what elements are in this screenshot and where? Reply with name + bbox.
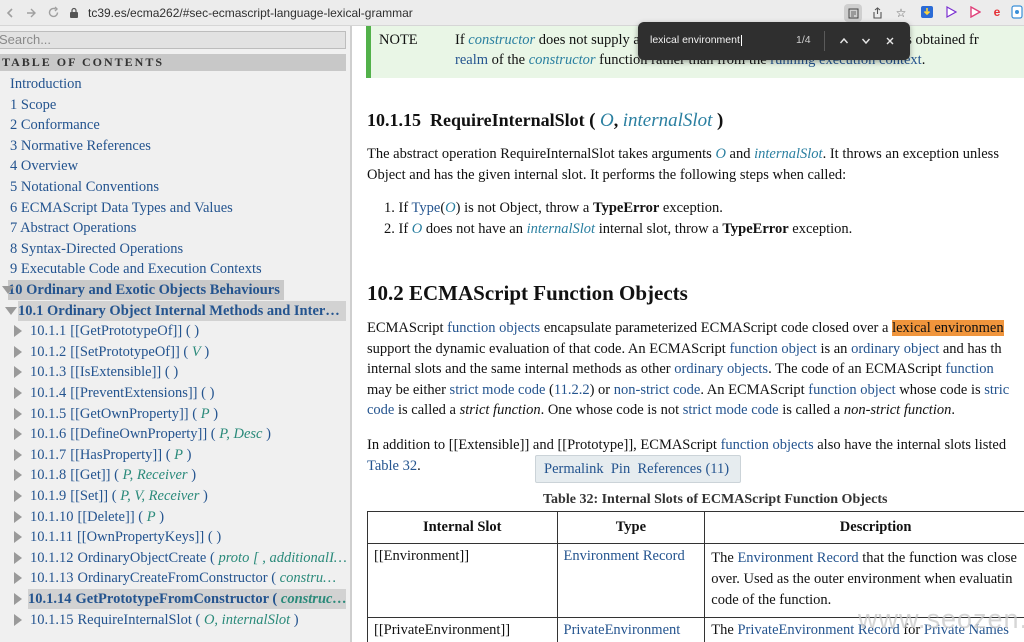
toc-sidebar: Search... TABLE OF CONTENTS Introduction… bbox=[0, 26, 352, 642]
expand-right-icon[interactable] bbox=[14, 613, 22, 626]
toc-item[interactable]: 10.1.4 [[PreventExtensions]] ( ) bbox=[30, 383, 214, 403]
table-header-row: Internal Slot Type Description bbox=[367, 511, 1024, 544]
ebay-extension-icon[interactable]: e bbox=[988, 3, 1006, 21]
paragraph-require-internal-slot: The abstract operation RequireInternalSl… bbox=[367, 146, 999, 183]
toc-item[interactable]: 4 Overview bbox=[10, 156, 78, 176]
spec-content: NOTE If constructor does not supply a us… bbox=[354, 26, 1024, 642]
toc-item[interactable]: 10.1.15 RequireInternalSlot ( O, internal… bbox=[30, 610, 299, 630]
find-highlight: lexical environmen bbox=[892, 320, 1004, 336]
toc-item[interactable]: 10.1.7 [[HasProperty]] ( P ) bbox=[30, 445, 191, 465]
bookmark-star-icon[interactable]: ☆ bbox=[892, 4, 910, 22]
lock-icon bbox=[68, 7, 80, 19]
toc-item[interactable]: 7 Abstract Operations bbox=[10, 218, 136, 238]
expand-right-icon[interactable] bbox=[14, 325, 22, 338]
forward-icon[interactable] bbox=[20, 2, 42, 24]
constructor-link[interactable]: constructor bbox=[468, 32, 535, 48]
section-heading-10-1-15: 10.1.15 RequireInternalSlot ( O, interna… bbox=[367, 110, 724, 131]
toc-item[interactable]: Introduction bbox=[10, 74, 82, 94]
toc-item[interactable]: 2 Conformance bbox=[10, 115, 100, 135]
toc-item[interactable]: 10.1.5 [[GetOwnProperty]] ( P ) bbox=[30, 404, 218, 424]
toc-item[interactable]: 10.1 Ordinary Object Internal Methods an… bbox=[18, 300, 346, 321]
toc-item[interactable]: 3 Normative References bbox=[10, 136, 151, 156]
expand-right-icon[interactable] bbox=[14, 387, 22, 399]
table-cell: Environment Record bbox=[556, 543, 706, 618]
toc-item[interactable]: 10.1.2 [[SetPrototypeOf]] ( V ) bbox=[30, 342, 209, 362]
url-text: tc39.es/ecma262/#sec-ecmascript-language… bbox=[88, 6, 413, 20]
realm-link[interactable]: realm bbox=[455, 52, 488, 68]
play-extension-icon[interactable] bbox=[966, 3, 984, 21]
toc-item[interactable]: 10.1.14 GetPrototypeFromConstructor ( con… bbox=[28, 589, 346, 609]
expand-right-icon[interactable] bbox=[14, 531, 22, 544]
table-cell: [[Environment]] bbox=[367, 543, 558, 618]
references-link[interactable]: References (11) bbox=[637, 461, 729, 477]
toc-item[interactable]: 1 Scope bbox=[10, 95, 56, 115]
address-bar-actions: ☆ bbox=[844, 2, 910, 24]
expand-down-icon[interactable] bbox=[5, 306, 17, 315]
pin-link[interactable]: Pin bbox=[611, 461, 630, 477]
algorithm-step: 2. If O does not have an internalSlot in… bbox=[384, 220, 853, 237]
toc-item[interactable]: 10.1.10 [[Delete]] ( P ) bbox=[30, 507, 164, 527]
toc-item[interactable]: 10.1.3 [[IsExtensible]] ( ) bbox=[30, 362, 178, 382]
type-link[interactable]: Type bbox=[412, 200, 441, 216]
toc-item[interactable]: 10.1.6 [[DefineOwnProperty]] ( P, Desc ) bbox=[30, 424, 271, 444]
expand-right-icon[interactable] bbox=[14, 490, 22, 502]
permalink-link[interactable]: Permalink bbox=[544, 461, 604, 477]
toc-item[interactable]: 8 Syntax-Directed Operations bbox=[10, 239, 183, 259]
toc-item[interactable]: 10.1.8 [[Get]] ( P, Receiver ) bbox=[30, 465, 196, 485]
toc-item[interactable]: 10.1.13 OrdinaryCreateFromConstructor ( c… bbox=[30, 568, 336, 588]
toc-item[interactable]: 6 ECMAScript Data Types and Values bbox=[10, 198, 233, 218]
expand-right-icon[interactable] bbox=[14, 448, 22, 461]
play-extension-icon[interactable] bbox=[942, 3, 960, 21]
table-cell: [[PrivateEnvironment]] bbox=[367, 617, 558, 642]
reload-icon[interactable] bbox=[42, 2, 64, 24]
toc-item[interactable]: 10.1.1 [[GetPrototypeOf]] ( ) bbox=[30, 321, 199, 341]
address-bar[interactable]: tc39.es/ecma262/#sec-ecmascript-language… bbox=[68, 2, 910, 24]
table-header: Description bbox=[704, 511, 1024, 544]
table-32-link[interactable]: Table 32 bbox=[367, 458, 417, 474]
expand-right-icon[interactable] bbox=[14, 510, 22, 523]
table-header: Internal Slot bbox=[367, 511, 558, 544]
algorithm-step: 1. If Type(O) is not Object, throw a Typ… bbox=[384, 200, 723, 216]
share-icon[interactable] bbox=[868, 4, 886, 22]
expand-right-icon[interactable] bbox=[14, 407, 22, 420]
paragraph-function-objects: ECMAScript function objects encapsulate … bbox=[367, 320, 1010, 418]
expand-down-icon[interactable] bbox=[2, 286, 14, 294]
find-separator bbox=[824, 31, 825, 51]
reference-popover: Permalink Pin References (11) bbox=[535, 455, 741, 483]
toc-item[interactable]: 5 Notational Conventions bbox=[10, 177, 159, 197]
expand-right-icon[interactable] bbox=[14, 572, 22, 585]
find-input[interactable]: lexical environment bbox=[650, 34, 742, 46]
expand-right-icon[interactable] bbox=[14, 593, 22, 605]
toc-heading: TABLE OF CONTENTS bbox=[0, 54, 346, 71]
algorithm-steps: 1. If Type(O) is not Object, throw a Typ… bbox=[384, 198, 852, 239]
toc-item[interactable]: 10.1.9 [[Set]] ( P, V, Receiver ) bbox=[30, 486, 208, 506]
watermark: www.seozen.top bbox=[858, 604, 1024, 634]
note-text-line1: If constructor does not supply a used is… bbox=[455, 32, 979, 48]
section-heading-10-2: 10.2 ECMAScript Function Objects bbox=[367, 281, 688, 305]
chevron-up-icon[interactable] bbox=[834, 31, 854, 51]
find-match-count: 1/4 bbox=[796, 34, 811, 46]
toc-search-input[interactable]: Search... bbox=[0, 31, 346, 49]
expand-right-icon[interactable] bbox=[14, 366, 22, 379]
close-icon[interactable] bbox=[880, 31, 900, 51]
find-in-page-bar: lexical environment 1/4 bbox=[638, 22, 910, 60]
prime-extension-icon[interactable] bbox=[1008, 3, 1024, 21]
note-label: NOTE bbox=[379, 32, 418, 48]
toc-item[interactable]: 10.1.12 OrdinaryObjectCreate ( proto [ , … bbox=[30, 548, 347, 568]
reader-icon[interactable] bbox=[844, 4, 862, 22]
toc-item[interactable]: 10.1.11 [[OwnPropertyKeys]] ( ) bbox=[30, 527, 221, 547]
chevron-down-icon[interactable] bbox=[856, 31, 876, 51]
table-cell: PrivateEnvironment bbox=[556, 617, 706, 642]
toc-item[interactable]: 10 Ordinary and Exotic Objects Behaviour… bbox=[8, 280, 284, 300]
expand-right-icon[interactable] bbox=[14, 469, 22, 482]
table-caption: Table 32: Internal Slots of ECMAScript F… bbox=[543, 492, 888, 507]
toc-item[interactable]: 9 Executable Code and Execution Contexts bbox=[10, 259, 262, 279]
back-icon[interactable] bbox=[0, 2, 22, 24]
expand-right-icon[interactable] bbox=[14, 551, 22, 564]
table-header: Type bbox=[556, 511, 706, 544]
expand-right-icon[interactable] bbox=[14, 345, 22, 358]
download-extension-icon[interactable] bbox=[918, 3, 936, 21]
expand-right-icon[interactable] bbox=[14, 428, 22, 441]
toc-search-placeholder: Search... bbox=[0, 32, 52, 47]
